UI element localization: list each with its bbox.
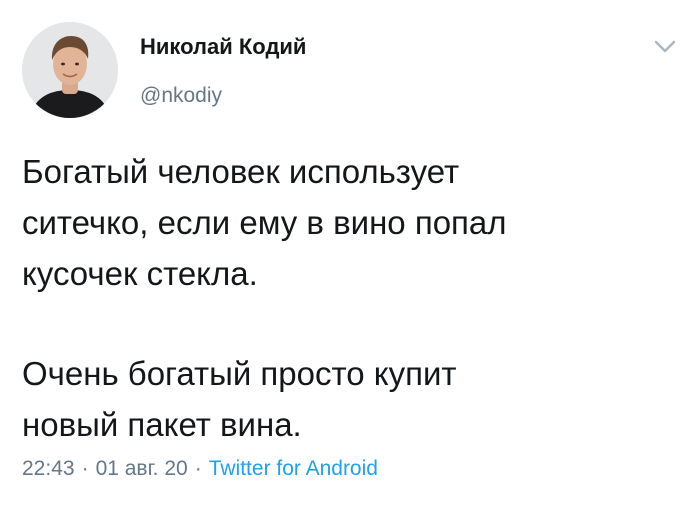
avatar[interactable]: [22, 22, 118, 118]
tweet-line: Богатый человек использует: [22, 153, 460, 190]
tweet-source-link[interactable]: Twitter for Android: [209, 457, 378, 480]
tweet-date[interactable]: 01 авг. 20: [96, 457, 188, 480]
tweet-paragraph-1: Богатый человек использует ситечко, если…: [22, 146, 672, 299]
tweet-line: Очень богатый просто купит: [22, 355, 457, 392]
avatar-photo: [22, 22, 118, 118]
tweet-line: новый пакет вина.: [22, 406, 302, 443]
author-handle[interactable]: @nkodiy: [140, 84, 222, 108]
chevron-down-icon[interactable]: [652, 36, 678, 56]
tweet-time[interactable]: 22:43: [22, 457, 75, 480]
meta-separator: ·: [194, 457, 202, 480]
tweet-line: кусочек стекла.: [22, 255, 258, 292]
tweet-paragraph-2: Очень богатый просто купит новый пакет в…: [22, 348, 672, 450]
author-display-name[interactable]: Николай Кодий: [140, 34, 306, 60]
tweet-meta: 22:43 · 01 авг. 20 · Twitter for Android: [22, 457, 378, 481]
tweet-line: ситечко, если ему в вино попал: [22, 204, 507, 241]
tweet-text: Богатый человек использует ситечко, если…: [22, 146, 672, 450]
meta-separator: ·: [81, 457, 89, 480]
